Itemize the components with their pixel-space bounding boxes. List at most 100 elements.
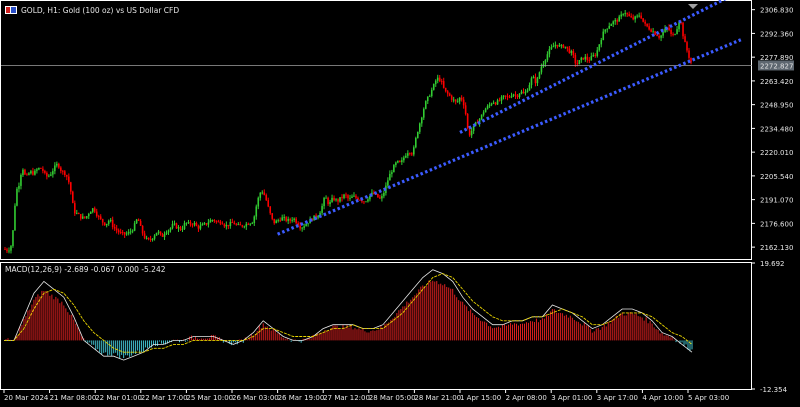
candle-body — [520, 91, 523, 94]
candle-body — [381, 196, 383, 199]
macd-title: MACD(12,26,9) -2.689 -0.067 0.000 -5.242 — [5, 265, 166, 274]
candle-body — [530, 78, 533, 86]
candle-body — [586, 56, 589, 61]
candle-body — [185, 222, 188, 224]
candle-body — [139, 220, 142, 226]
candle-body — [662, 32, 664, 36]
candle-body — [42, 168, 44, 171]
candle-body — [484, 108, 487, 113]
candle-body — [642, 18, 644, 22]
candle-body — [235, 224, 238, 226]
candle-body — [231, 221, 234, 223]
candle-body — [191, 224, 194, 226]
candle-body — [349, 197, 351, 199]
candle-body — [145, 237, 148, 239]
candle-body — [365, 201, 367, 203]
candle-body — [588, 60, 591, 61]
candle-body — [22, 169, 24, 175]
candle-body — [223, 224, 226, 227]
candle-body — [85, 216, 88, 218]
candle-body — [62, 170, 64, 172]
candle-body — [438, 77, 441, 82]
candle-body — [50, 174, 52, 176]
candle-body — [359, 199, 361, 201]
candle-body — [251, 223, 254, 224]
candle-body — [219, 221, 222, 224]
candle-body — [179, 227, 182, 230]
candle-body — [66, 175, 68, 177]
trading-chart[interactable]: 2306.830 2292.360 2277.890 2263.420 2248.950… — [0, 0, 800, 407]
candle-body — [56, 163, 58, 166]
candle-body — [415, 137, 417, 148]
candle-body — [54, 165, 56, 172]
candle-body — [448, 93, 451, 96]
candle-body — [277, 220, 280, 222]
chart-window-icon-right — [11, 7, 16, 13]
candle-body — [570, 50, 573, 54]
candle-body — [568, 48, 571, 54]
candle-body — [257, 197, 260, 207]
candle-body — [594, 55, 597, 56]
candle-body — [424, 101, 427, 109]
candle-body — [8, 250, 10, 252]
candle-body — [133, 223, 136, 231]
time-tick-label: 28 Mar 21:00 — [414, 394, 461, 402]
candle-body — [682, 22, 684, 37]
price-tick-label: 2191.070 — [760, 197, 793, 205]
candle-body — [522, 91, 525, 94]
candle-body — [596, 50, 599, 56]
candle-body — [460, 97, 463, 100]
candle-body — [155, 232, 158, 236]
candle-body — [183, 223, 186, 229]
candle-body — [303, 226, 305, 228]
candle-body — [504, 95, 507, 97]
candle-body — [426, 96, 429, 102]
candle-body — [129, 231, 132, 233]
candle-body — [259, 192, 262, 198]
candle-body — [261, 192, 264, 194]
candle-body — [243, 226, 246, 228]
candle-body — [46, 172, 48, 177]
candle-body — [416, 131, 419, 138]
candle-body — [434, 80, 437, 85]
price-tick-label: 2306.830 — [760, 7, 793, 15]
candle-body — [444, 87, 447, 92]
candle-body — [377, 194, 379, 198]
candle-body — [432, 84, 435, 90]
candle-body — [329, 202, 331, 205]
candle-body — [197, 225, 200, 229]
candle-body — [458, 97, 461, 102]
candle-body — [173, 223, 176, 225]
candle-body — [534, 76, 537, 84]
candle-body — [540, 66, 543, 73]
candle-body — [413, 147, 415, 155]
time-tick-label: 22 Mar 01:00 — [95, 394, 142, 402]
candle-body — [536, 78, 539, 84]
candle-body — [317, 216, 319, 218]
candle-body — [217, 221, 220, 223]
candle-body — [496, 100, 499, 105]
candle-body — [233, 222, 236, 225]
candle-body — [397, 160, 399, 163]
candle-body — [672, 34, 674, 35]
candle-body — [656, 34, 658, 37]
candle-body — [684, 36, 686, 43]
candle-body — [355, 195, 357, 198]
candle-body — [201, 224, 204, 226]
candle-body — [602, 31, 605, 41]
candle-body — [265, 194, 268, 201]
candle-body — [113, 227, 116, 229]
candle-body — [255, 206, 258, 217]
chart-canvas[interactable]: 2306.8302292.3602277.8902263.4202248.950… — [0, 0, 800, 407]
candle-body — [518, 93, 521, 98]
time-tick-label: 22 Mar 17:00 — [141, 394, 188, 402]
candle-body — [28, 173, 30, 175]
candle-body — [668, 27, 670, 31]
candle-body — [420, 117, 423, 124]
time-tick-label: 26 Mar 03:00 — [232, 394, 279, 402]
candle-body — [552, 46, 555, 48]
candle-body — [127, 231, 130, 234]
candle-body — [686, 42, 688, 51]
price-tick-label: 2263.420 — [760, 78, 793, 86]
candle-body — [632, 17, 634, 20]
